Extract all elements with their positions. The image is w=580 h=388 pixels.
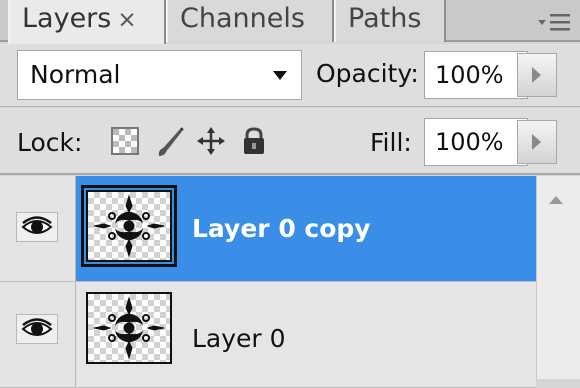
opacity-label: Opacity: bbox=[316, 59, 419, 88]
opacity-slider-button[interactable] bbox=[517, 53, 557, 97]
opacity-input[interactable]: 100% bbox=[424, 51, 528, 99]
lock-all-icon[interactable] bbox=[240, 126, 270, 156]
chevron-down-icon bbox=[273, 71, 287, 80]
fill-input[interactable]: 100% bbox=[424, 118, 528, 166]
visibility-cell bbox=[0, 282, 76, 387]
layer-row-layer-0[interactable]: Layer 0 bbox=[0, 282, 536, 388]
tab-channels-label: Channels bbox=[180, 3, 305, 34]
blend-mode-select[interactable]: Normal bbox=[17, 50, 302, 100]
tab-channels[interactable]: Channels bbox=[166, 0, 334, 42]
tab-layers[interactable]: Layers × bbox=[8, 0, 166, 44]
fill-label: Fill: bbox=[370, 128, 412, 157]
lock-label: Lock: bbox=[17, 128, 83, 157]
lock-transparent-pixels-icon[interactable] bbox=[110, 126, 140, 156]
scroll-up-icon[interactable] bbox=[549, 196, 563, 204]
triangle-right-icon bbox=[532, 134, 541, 150]
fill-slider-button[interactable] bbox=[517, 120, 557, 164]
tab-layers-label: Layers bbox=[22, 3, 112, 34]
blend-opacity-row: Normal Opacity: 100% bbox=[0, 44, 580, 107]
tab-paths[interactable]: Paths bbox=[334, 0, 446, 42]
triangle-right-icon bbox=[532, 67, 541, 83]
eye-icon[interactable] bbox=[16, 212, 58, 242]
layers-list: Layer 0 copy Layer 0 bbox=[0, 176, 580, 388]
visibility-cell bbox=[0, 176, 76, 281]
tab-paths-label: Paths bbox=[348, 3, 422, 34]
blend-mode-value: Normal bbox=[30, 60, 121, 89]
layer-name[interactable]: Layer 0 copy bbox=[192, 214, 371, 243]
lock-fill-row: Lock: Fill: 100% bbox=[0, 108, 580, 175]
panel-menu-icon[interactable] bbox=[528, 10, 572, 36]
lock-image-pixels-icon[interactable] bbox=[155, 126, 185, 156]
layer-name[interactable]: Layer 0 bbox=[192, 324, 286, 353]
panel-tab-strip: Layers × Channels Paths bbox=[0, 0, 580, 44]
tab-close-icon[interactable]: × bbox=[117, 7, 136, 33]
eye-icon[interactable] bbox=[16, 314, 58, 344]
layers-scrollbar[interactable] bbox=[536, 176, 580, 379]
lock-position-icon[interactable] bbox=[196, 126, 226, 156]
layer-thumbnail bbox=[86, 292, 172, 364]
panel-menu-glyph bbox=[538, 14, 570, 31]
layer-thumbnail bbox=[81, 185, 177, 267]
layer-row-layer-0-copy[interactable]: Layer 0 copy bbox=[0, 176, 536, 282]
